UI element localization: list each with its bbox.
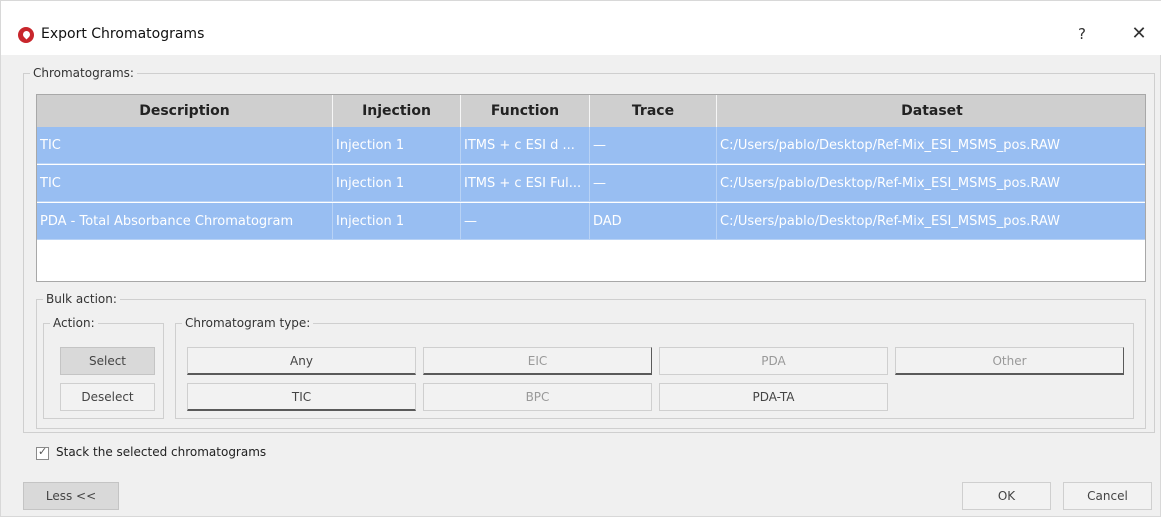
cell-dataset: C:/Users/pablo/Desktop/Ref-Mix_ESI_MSMS_… bbox=[720, 138, 1060, 153]
title-bar: Export Chromatograms ? ✕ bbox=[1, 1, 1161, 55]
export-chromatograms-dialog: Export Chromatograms ? ✕ Chromatograms: … bbox=[0, 0, 1161, 517]
cancel-button[interactable]: Cancel bbox=[1063, 482, 1152, 510]
cell-description: TIC bbox=[37, 165, 333, 202]
table-row[interactable]: PDA - Total Absorbance Chromatogram Inje… bbox=[37, 203, 1145, 240]
type-other-button[interactable]: Other bbox=[895, 347, 1124, 375]
ok-button[interactable]: OK bbox=[962, 482, 1051, 510]
column-header-function[interactable]: Function bbox=[461, 95, 590, 127]
action-group-title: Action: bbox=[50, 315, 98, 331]
cell-function: ITMS + c ESI Ful... bbox=[461, 165, 590, 202]
table-header: Description Injection Function Trace Dat… bbox=[37, 95, 1145, 127]
chromatograms-table[interactable]: Description Injection Function Trace Dat… bbox=[36, 94, 1146, 282]
column-header-injection[interactable]: Injection bbox=[333, 95, 461, 127]
table-row[interactable]: TIC Injection 1 ITMS + c ESI d ... — C:/… bbox=[37, 127, 1145, 164]
brand-logo-icon bbox=[18, 27, 34, 43]
cell-dataset: C:/Users/pablo/Desktop/Ref-Mix_ESI_MSMS_… bbox=[720, 214, 1060, 229]
type-tic-button[interactable]: TIC bbox=[187, 383, 416, 411]
deselect-button[interactable]: Deselect bbox=[60, 383, 155, 411]
type-any-button[interactable]: Any bbox=[187, 347, 416, 375]
less-button[interactable]: Less << bbox=[23, 482, 119, 510]
cell-trace: DAD bbox=[590, 203, 717, 240]
stack-checkbox-label[interactable]: Stack the selected chromatograms bbox=[56, 445, 266, 459]
cell-trace: — bbox=[590, 127, 717, 164]
stack-checkbox[interactable] bbox=[36, 445, 49, 460]
bulk-action-group-title: Bulk action: bbox=[43, 291, 120, 307]
type-pda-ta-button[interactable]: PDA-TA bbox=[659, 383, 888, 411]
cell-function: — bbox=[461, 203, 590, 240]
cell-description: TIC bbox=[37, 127, 333, 164]
table-row[interactable]: TIC Injection 1 ITMS + c ESI Ful... — C:… bbox=[37, 165, 1145, 202]
column-header-dataset[interactable]: Dataset bbox=[717, 95, 1145, 127]
select-button[interactable]: Select bbox=[60, 347, 155, 375]
type-eic-button[interactable]: EIC bbox=[423, 347, 652, 375]
help-button[interactable]: ? bbox=[1067, 21, 1097, 47]
cell-function: ITMS + c ESI d ... bbox=[461, 127, 590, 164]
cell-injection: Injection 1 bbox=[333, 203, 461, 240]
cell-description: PDA - Total Absorbance Chromatogram bbox=[37, 203, 333, 240]
column-header-trace[interactable]: Trace bbox=[590, 95, 717, 127]
cell-injection: Injection 1 bbox=[333, 165, 461, 202]
cell-dataset: C:/Users/pablo/Desktop/Ref-Mix_ESI_MSMS_… bbox=[720, 176, 1060, 191]
column-header-description[interactable]: Description bbox=[37, 95, 333, 127]
chromatograms-group-title: Chromatograms: bbox=[30, 65, 137, 81]
cell-injection: Injection 1 bbox=[333, 127, 461, 164]
cell-trace: — bbox=[590, 165, 717, 202]
chromatogram-type-group-title: Chromatogram type: bbox=[182, 315, 314, 331]
dialog-title: Export Chromatograms bbox=[41, 26, 205, 42]
type-bpc-button[interactable]: BPC bbox=[423, 383, 652, 411]
close-icon[interactable]: ✕ bbox=[1123, 21, 1155, 47]
type-pda-button[interactable]: PDA bbox=[659, 347, 888, 375]
